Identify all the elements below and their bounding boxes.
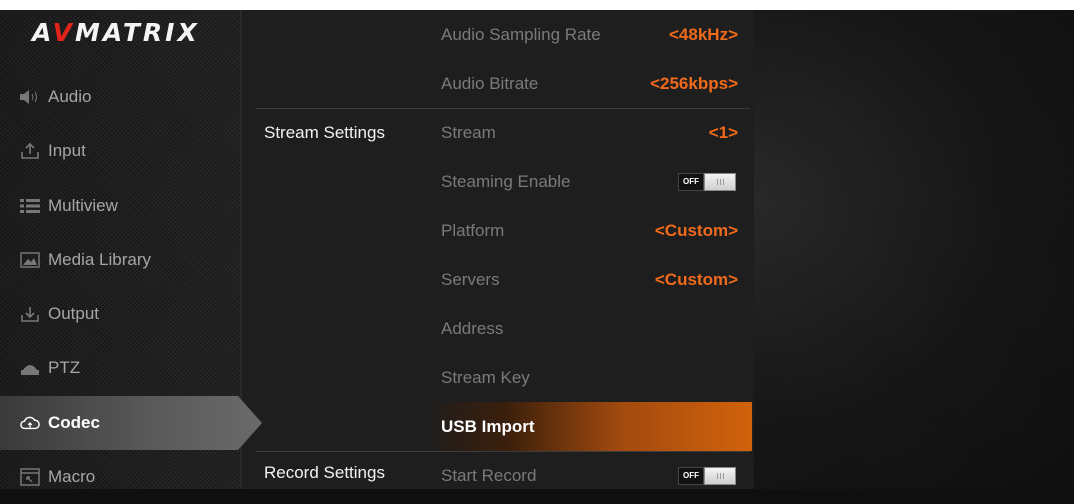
sidebar-item-label: Audio xyxy=(48,87,92,106)
setting-value: <48kHz> xyxy=(669,24,738,44)
top-strip xyxy=(0,0,1074,10)
platform-row[interactable]: Platform <Custom> xyxy=(423,206,752,255)
toggle-knob xyxy=(704,172,736,191)
sidebar-item-multiview[interactable]: Multiview xyxy=(0,179,240,233)
sidebar-item-output[interactable]: Output xyxy=(0,287,240,341)
stream-settings-heading: Stream Settings xyxy=(264,123,385,142)
sidebar-item-label: Multiview xyxy=(48,196,118,215)
download-icon xyxy=(20,305,40,323)
setting-value: <Custom> xyxy=(654,269,738,289)
usb-import-row[interactable]: USB Import xyxy=(423,402,752,451)
sidebar-item-label: Macro xyxy=(48,467,96,486)
sidebar-item-codec[interactable]: Codec xyxy=(0,396,262,450)
start-record-toggle[interactable]: OFF xyxy=(678,466,738,485)
start-record-row[interactable]: Start Record OFF xyxy=(423,451,752,500)
setting-label: USB Import xyxy=(441,416,535,436)
setting-value: <Custom> xyxy=(654,220,738,240)
image-icon xyxy=(20,251,40,269)
upload-icon xyxy=(20,142,40,160)
setting-label: Audio Sampling Rate xyxy=(441,24,601,44)
setting-label: Servers xyxy=(441,269,500,289)
address-row[interactable]: Address xyxy=(423,304,752,353)
setting-label: Steaming Enable xyxy=(441,171,571,191)
macro-icon xyxy=(20,468,40,486)
camera-icon xyxy=(20,359,40,377)
sidebar-item-label: Output xyxy=(48,304,100,323)
audio-sampling-rate-row[interactable]: Audio Sampling Rate <48kHz> xyxy=(423,10,752,59)
sidebar-item-ptz[interactable]: PTZ xyxy=(0,341,240,395)
setting-label: Address xyxy=(441,318,504,338)
streaming-enable-toggle[interactable]: OFF xyxy=(678,172,738,191)
toggle-state: OFF xyxy=(678,172,704,191)
toggle-knob xyxy=(704,466,736,485)
sidebar-item-label: Codec xyxy=(48,413,100,432)
toggle-state: OFF xyxy=(678,466,704,485)
speaker-icon xyxy=(20,88,40,106)
sidebar-item-media-library[interactable]: Media Library xyxy=(0,233,240,287)
setting-value: <1> xyxy=(708,122,738,142)
setting-label: Stream Key xyxy=(441,367,530,387)
stream-key-row[interactable]: Stream Key xyxy=(423,353,752,402)
audio-bitrate-row[interactable]: Audio Bitrate <256kbps> xyxy=(423,59,752,108)
setting-label: Platform xyxy=(441,220,505,240)
setting-value: <256kbps> xyxy=(650,73,738,93)
avmatrix-logo: AVMATRIX xyxy=(32,18,200,47)
streaming-enable-row[interactable]: Steaming Enable OFF xyxy=(423,157,752,206)
setting-label: Start Record xyxy=(441,465,537,485)
sidebar-item-input[interactable]: Input xyxy=(0,124,240,178)
preview-area xyxy=(752,10,1074,489)
sidebar-item-macro[interactable]: Macro xyxy=(0,450,240,504)
sidebar-item-audio[interactable]: Audio xyxy=(0,70,240,124)
sidebar-item-label: PTZ xyxy=(48,358,81,377)
sidebar-item-label: Input xyxy=(48,141,86,160)
sidebar-item-label: Media Library xyxy=(48,250,151,269)
record-settings-heading: Record Settings xyxy=(264,463,385,482)
setting-label: Audio Bitrate xyxy=(441,73,539,93)
list-icon xyxy=(20,197,40,215)
stream-row[interactable]: Stream <1> xyxy=(423,108,752,157)
setting-label: Stream xyxy=(441,122,496,142)
cloud-icon xyxy=(20,414,40,432)
servers-row[interactable]: Servers <Custom> xyxy=(423,255,752,304)
